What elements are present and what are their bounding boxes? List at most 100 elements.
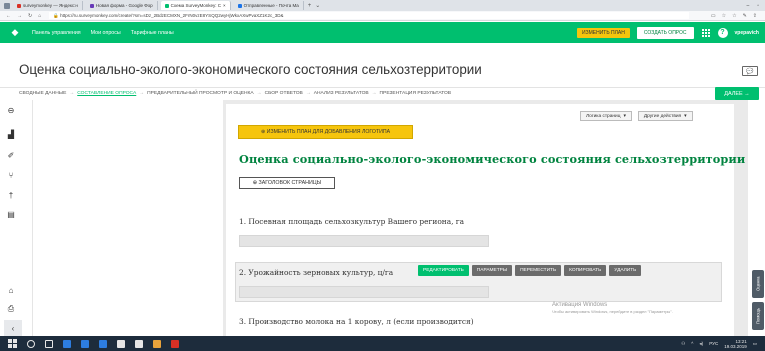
back-icon[interactable]: ← xyxy=(6,13,11,19)
step-arrow-icon: → xyxy=(371,90,377,96)
home-icon[interactable]: ⌂ xyxy=(38,13,41,19)
upgrade-plan-button[interactable]: ИЗМЕНИТЬ ПЛАН xyxy=(576,27,630,38)
style-brush-icon[interactable]: ✐ xyxy=(6,150,16,160)
next-button[interactable]: ДАЛЕЕ → xyxy=(715,87,759,100)
system-tray: ⚇ ^ ◂) РУС 13:21 19.03.2019 ▭ xyxy=(681,339,757,349)
question-1-text[interactable]: 1. Посевная площадь сельхозкультур Вашег… xyxy=(239,217,464,226)
step-preview[interactable]: ПРЕДВАРИТЕЛЬНЫЙ ПРОСМОТР И ОЦЕНКА xyxy=(147,91,254,96)
question-2-text[interactable]: 2. Урожайность зерновых культур, ц/га xyxy=(239,268,393,277)
step-arrow-icon: → xyxy=(305,90,311,96)
question-options-button[interactable]: ПАРАМЕТРЫ xyxy=(471,265,513,276)
clock-date: 19.03.2019 xyxy=(724,343,747,349)
page-header-button[interactable]: ⊕ ЗАГОЛОВОК СТРАНИЦЫ xyxy=(239,177,335,189)
nav-plans[interactable]: Тарифные планы xyxy=(131,30,174,36)
app-icon[interactable] xyxy=(135,339,143,348)
question-bank-icon[interactable]: ⊖ xyxy=(6,105,16,115)
step-collect[interactable]: СБОР ОТВЕТОВ xyxy=(265,91,303,96)
surveymonkey-logo-icon[interactable]: ◆ xyxy=(8,27,22,37)
step-arrow-icon: → xyxy=(256,90,262,96)
print-icon[interactable]: ⎙ xyxy=(6,304,16,314)
user-menu[interactable]: vpepavich xyxy=(735,30,759,36)
favorites-hub-icon[interactable]: ☆ xyxy=(732,13,736,19)
move-question-button[interactable]: ПЕРЕМЕСТИТЬ xyxy=(515,265,562,276)
reading-view-icon[interactable]: ▭ xyxy=(711,13,716,19)
people-icon[interactable]: ⚇ xyxy=(681,341,685,347)
browser-tab-mail[interactable]: Отправленные - Почта Ma xyxy=(234,1,304,10)
page-logic-dropdown[interactable]: Логика страниц ▾ xyxy=(580,111,632,121)
input-language[interactable]: РУС xyxy=(709,341,718,346)
store-icon[interactable] xyxy=(81,339,89,348)
notifications-icon[interactable]: ▭ xyxy=(753,341,757,347)
watermark-title: Активация Windows xyxy=(552,302,608,308)
surveymonkey-favicon-icon xyxy=(164,3,169,8)
windows-activation-watermark: Активация Windows Чтобы активировать Win… xyxy=(552,302,673,314)
volume-icon[interactable]: ◂) xyxy=(699,341,703,347)
bank-building-icon[interactable]: ⌂ xyxy=(6,285,16,295)
question-3-text[interactable]: 3. Производство молока на 1 корову, л (е… xyxy=(239,317,474,326)
explorer-icon[interactable] xyxy=(99,339,107,348)
themes-chart-icon[interactable]: ▟ xyxy=(6,129,16,139)
step-summary[interactable]: СВОДНЫЕ ДАННЫЕ xyxy=(19,91,66,96)
minimize-icon[interactable]: – xyxy=(746,3,749,9)
step-arrow-icon: → xyxy=(69,90,75,96)
step-present[interactable]: ПРЕЗЕНТАЦИЯ РЕЗУЛЬТАТОВ xyxy=(380,91,452,96)
windows-start-icon[interactable] xyxy=(8,339,17,348)
pen-icon[interactable]: ✎ xyxy=(743,13,747,19)
chrome-icon[interactable] xyxy=(171,339,179,348)
builder-side-panel xyxy=(33,100,223,336)
browser-tab-yandex[interactable]: surveymonkey — Яндекс:н xyxy=(13,1,83,10)
tab-label: Новая форма - Google Фор xyxy=(95,3,153,8)
other-actions-dropdown[interactable]: Другие действия ▾ xyxy=(637,111,693,121)
caret-down-icon: ▾ xyxy=(684,113,687,119)
maximize-icon[interactable]: ▫ xyxy=(757,3,759,9)
url-field[interactable]: 🔒 https://ru.surveymonkey.com/create/?sm… xyxy=(49,12,690,19)
print-layout-icon[interactable]: ▤ xyxy=(6,209,16,219)
rate-feedback-tab[interactable]: Оценка xyxy=(752,270,764,298)
help-feedback-tab[interactable]: Помощь xyxy=(752,302,764,330)
tab-list-chevron-icon[interactable]: ⌄ xyxy=(315,2,320,9)
address-bar: ← → ↻ ⌂ 🔒 https://ru.surveymonkey.com/cr… xyxy=(0,11,765,21)
add-logo-button[interactable]: ⊕ ИЗМЕНИТЬ ПЛАН ДЛЯ ДОБАВЛЕНИЯ ЛОГОТИПА xyxy=(238,125,413,139)
nav-dashboard[interactable]: Панель управления xyxy=(32,30,81,36)
watermark-subtitle: Чтобы активировать Windows, перейдите в … xyxy=(552,309,673,314)
favorite-star-icon[interactable]: ☆ xyxy=(722,13,726,19)
copy-question-button[interactable]: КОПИРОВАТЬ xyxy=(564,265,607,276)
window-menu-icon[interactable] xyxy=(4,2,10,9)
question-2-input[interactable] xyxy=(239,286,489,298)
new-tab-icon[interactable]: + xyxy=(308,3,312,9)
comments-button[interactable]: 💬 xyxy=(742,66,758,76)
mail-favicon-icon xyxy=(237,3,242,8)
logic-branch-icon[interactable]: ⑂ xyxy=(6,170,16,180)
browser-tab-surveymonkey[interactable]: Схема SurveyMonkey: С × xyxy=(160,1,231,10)
collapse-panel-button[interactable]: ‹ xyxy=(4,320,22,336)
task-view-icon[interactable] xyxy=(45,339,53,348)
share-icon[interactable]: ⇪ xyxy=(753,13,757,19)
survey-title[interactable]: Оценка социально-эколого-экономического … xyxy=(239,152,745,166)
opera-icon[interactable] xyxy=(153,339,161,348)
edge-browser-icon[interactable] xyxy=(63,339,71,348)
speech-bubble-icon: 💬 xyxy=(746,68,754,75)
create-survey-button[interactable]: СОЗДАТЬ ОПРОС xyxy=(636,26,694,39)
apps-grid-icon[interactable] xyxy=(701,28,711,38)
help-icon[interactable]: ? xyxy=(717,27,728,38)
delete-question-button[interactable]: УДАЛИТЬ xyxy=(609,265,642,276)
search-icon[interactable] xyxy=(27,339,35,348)
mail-icon[interactable] xyxy=(117,339,125,348)
forward-icon[interactable]: → xyxy=(17,13,22,19)
browser-tab-google-forms[interactable]: Новая форма - Google Фор xyxy=(86,1,158,10)
forms-favicon-icon xyxy=(89,3,94,8)
right-rail xyxy=(748,100,765,336)
caret-down-icon: ▾ xyxy=(623,113,626,119)
reload-icon[interactable]: ↻ xyxy=(28,13,32,19)
question-1-input[interactable] xyxy=(239,235,489,247)
tray-chevron-icon[interactable]: ^ xyxy=(691,341,693,346)
clock[interactable]: 13:21 19.03.2019 xyxy=(724,339,747,349)
options-icon[interactable]: † xyxy=(6,190,16,200)
edit-question-button[interactable]: РЕДАКТИРОВАТЬ xyxy=(418,265,469,276)
step-design-survey[interactable]: СОСТАВЛЕНИЕ ОПРОСА xyxy=(77,91,136,96)
other-actions-label: Другие действия xyxy=(643,113,682,119)
close-tab-icon[interactable]: × xyxy=(223,3,226,8)
nav-my-surveys[interactable]: Мои опросы xyxy=(91,30,121,36)
tab-label: surveymonkey — Яндекс:н xyxy=(23,3,78,8)
step-analyze[interactable]: АНАЛИЗ РЕЗУЛЬТАТОВ xyxy=(314,91,369,96)
